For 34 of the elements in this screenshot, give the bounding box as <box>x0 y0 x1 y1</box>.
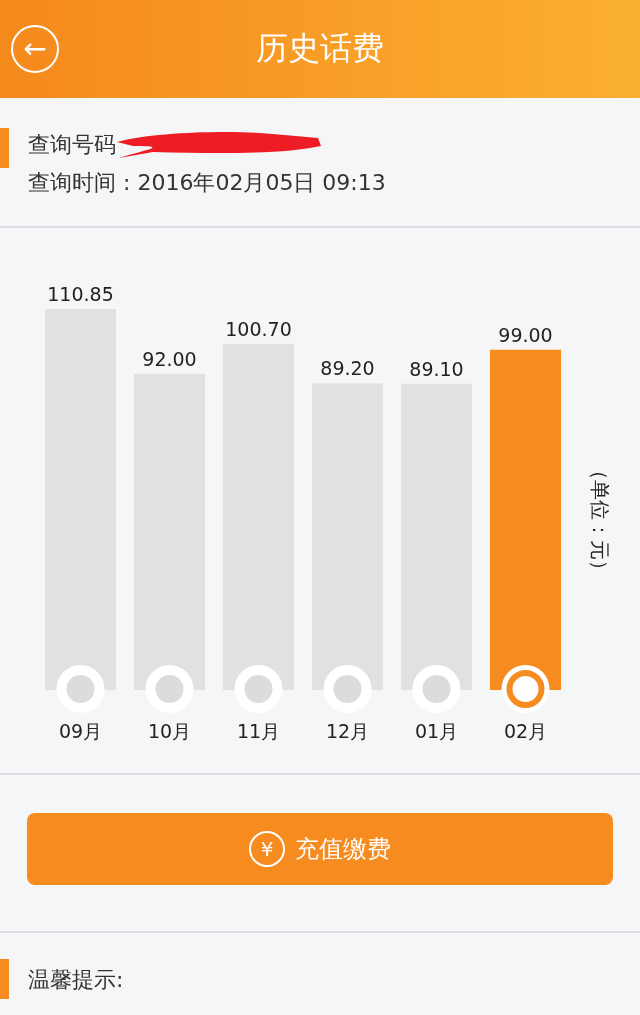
bar[interactable] <box>223 343 294 690</box>
query-time: 查询时间 : 2016年02月05日 09:13 <box>28 169 386 197</box>
bar[interactable] <box>312 383 383 690</box>
month-label: 02月 <box>503 720 548 742</box>
bar[interactable] <box>490 349 561 690</box>
yen-icon: ¥ <box>249 831 285 867</box>
tips-title: 温馨提示: <box>28 966 124 994</box>
back-button[interactable]: ← <box>11 25 59 73</box>
marker-icon <box>145 665 194 713</box>
bar[interactable] <box>45 309 116 690</box>
marker-icon <box>412 665 461 713</box>
bar[interactable] <box>401 383 472 690</box>
value-label: 89.20 <box>320 357 375 380</box>
month-label: 11月 <box>236 720 281 742</box>
page-title: 历史话费 <box>256 28 384 69</box>
value-label: 89.10 <box>409 357 464 380</box>
value-label: 110.85 <box>47 283 114 305</box>
unit-label: （单位：元） <box>588 460 612 580</box>
value-label: 92.00 <box>142 347 197 370</box>
month-label: 10月 <box>147 720 192 742</box>
recharge-button[interactable]: ¥ 充值缴费 <box>27 813 613 885</box>
marker-icon <box>234 665 283 713</box>
marker-icon <box>323 665 372 713</box>
month-label: 01月 <box>414 720 459 742</box>
number-label: 查询号码 <box>28 131 116 159</box>
marker-icon <box>56 665 105 713</box>
month-label: 12月 <box>325 720 370 742</box>
value-label: 100.70 <box>225 317 292 340</box>
selected-marker-icon <box>501 665 550 713</box>
month-label: 09月 <box>58 720 103 742</box>
bar[interactable] <box>134 373 205 690</box>
accent-bar <box>0 128 9 168</box>
accent-bar <box>0 959 9 999</box>
value-label: 99.00 <box>498 323 553 346</box>
